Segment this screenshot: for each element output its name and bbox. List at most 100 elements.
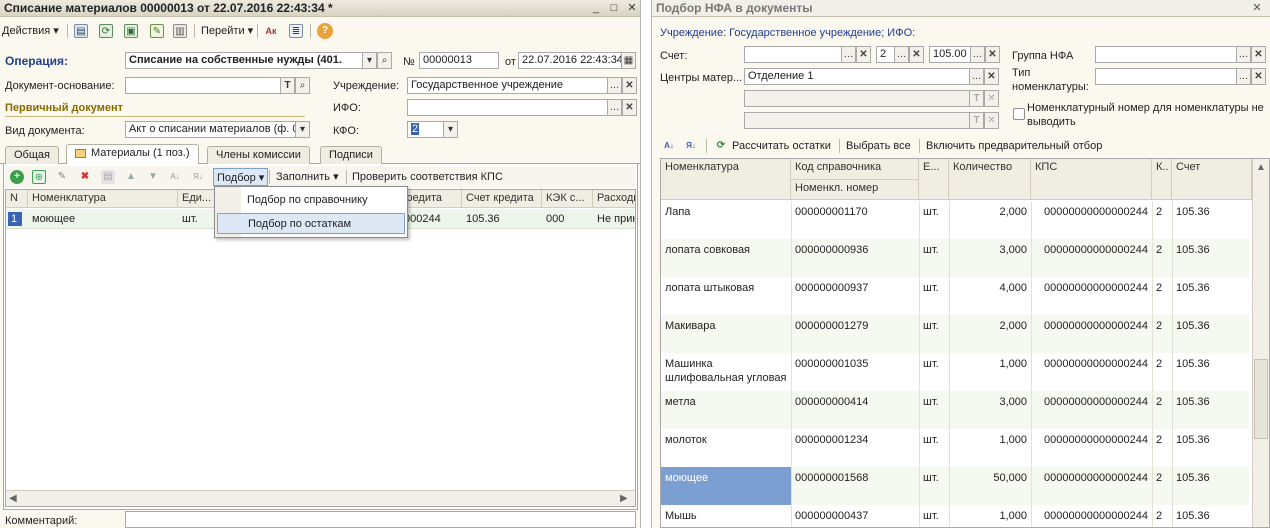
sort-desc-icon[interactable]: Я↓ bbox=[684, 139, 698, 153]
tab-commission[interactable]: Члены комиссии bbox=[207, 146, 310, 164]
table-row[interactable]: Макивара 000000001279 шт. 2,000 000000000000… bbox=[661, 315, 1253, 353]
ifo-clear-button[interactable]: ✕ bbox=[622, 99, 637, 116]
header-unit[interactable]: Е... bbox=[919, 159, 949, 200]
copy-add-icon[interactable]: ⊕ bbox=[32, 170, 46, 184]
centers-field[interactable]: Отделение 1 bbox=[744, 68, 970, 85]
account-value-field[interactable]: 105.00 bbox=[929, 46, 971, 63]
account-kfo-field[interactable]: 2 bbox=[876, 46, 895, 63]
menu-item-podbor-by-catalog[interactable]: Подбор по справочнику bbox=[217, 190, 405, 211]
grid-header-nomenclature[interactable]: Номенклатура bbox=[28, 190, 178, 208]
calendar-button[interactable]: ▦ bbox=[621, 52, 636, 69]
header-nom-number[interactable]: Номенкл. номер bbox=[791, 180, 919, 200]
kfo-dropdown-button[interactable]: ▾ bbox=[443, 121, 458, 138]
maximize-button[interactable]: □ bbox=[606, 1, 622, 15]
header-nomenclature[interactable]: Номенклатура bbox=[661, 159, 791, 200]
sort-desc-icon[interactable]: Я↓ bbox=[191, 170, 205, 184]
base-doc-field[interactable] bbox=[125, 77, 281, 94]
doc-type-field[interactable]: Акт о списании материалов (ф. 0 bbox=[125, 121, 296, 138]
account-field[interactable] bbox=[744, 46, 842, 63]
institution-field[interactable]: Государственное учреждение bbox=[407, 77, 608, 94]
scroll-left-icon[interactable]: ◀ bbox=[9, 493, 17, 504]
podbor-menu-button[interactable]: Подбор ▾ bbox=[213, 168, 269, 186]
delete-icon[interactable]: ✖ bbox=[78, 170, 92, 184]
header-account[interactable]: Счет bbox=[1172, 159, 1252, 200]
account-kfo-clear-button[interactable]: ✕ bbox=[909, 46, 924, 63]
table-row[interactable]: молоток 000000001234 шт. 1,000 0000000000000… bbox=[661, 429, 1253, 467]
centers-clear-button[interactable]: ✕ bbox=[984, 68, 999, 85]
post-icon[interactable]: ▣ bbox=[124, 24, 138, 38]
account-select-button[interactable]: … bbox=[841, 46, 856, 63]
select-all-button[interactable]: Выбрать все bbox=[846, 138, 911, 154]
table-row[interactable]: Мышь 000000000437 шт. 1,000 0000000000000024… bbox=[661, 505, 1253, 527]
grid-header-unit[interactable]: Еди... bbox=[178, 190, 218, 208]
operation-field[interactable]: Списание на собственные нужды (401. bbox=[125, 52, 363, 69]
scroll-up-icon[interactable]: ▲ bbox=[1256, 162, 1266, 173]
sort-asc-icon[interactable]: A↓ bbox=[168, 170, 182, 184]
scrollbar-thumb[interactable] bbox=[1254, 359, 1268, 439]
header-quantity[interactable]: Количество bbox=[949, 159, 1031, 200]
check-kps-button[interactable]: Проверить соответствия КПС bbox=[352, 169, 503, 185]
account-value-select-button[interactable]: … bbox=[970, 46, 985, 63]
nfa-group-select-button[interactable]: … bbox=[1236, 46, 1251, 63]
table-row[interactable]: моющее 000000001568 шт. 50,000 0000000000000… bbox=[661, 467, 1253, 505]
table-row[interactable]: лопата штыковая 000000000937 шт. 4,000 00000… bbox=[661, 277, 1253, 315]
prefilter-button[interactable]: Включить предварительный отбор bbox=[926, 138, 1102, 154]
recalc-button[interactable]: Рассчитать остатки bbox=[732, 138, 831, 154]
grid-header-n[interactable]: N bbox=[6, 190, 28, 208]
print-icon[interactable]: ▥ bbox=[173, 24, 187, 38]
finish-edit-icon[interactable]: ▤ bbox=[101, 170, 115, 184]
save-icon[interactable]: ▤ bbox=[74, 24, 88, 38]
document-post-icon[interactable]: ✎ bbox=[150, 24, 164, 38]
refresh-icon[interactable]: ⟳ bbox=[99, 24, 113, 38]
account-kfo-select-button[interactable]: … bbox=[894, 46, 909, 63]
menu-item-podbor-by-balance[interactable]: Подбор по остаткам bbox=[217, 213, 405, 234]
header-kps[interactable]: КПС bbox=[1031, 159, 1152, 200]
grid-horizontal-scrollbar[interactable]: ◀ ▶ bbox=[6, 490, 635, 506]
move-down-icon[interactable]: ▼ bbox=[146, 170, 160, 184]
fill-menu-button[interactable]: Заполнить ▾ bbox=[276, 169, 339, 185]
close-button[interactable]: ✕ bbox=[624, 1, 640, 15]
base-doc-search-button[interactable]: ⌕ bbox=[295, 77, 310, 94]
table-row[interactable]: Лапа 000000001170 шт. 2,000 0000000000000024… bbox=[661, 201, 1253, 239]
header-code[interactable]: Код справочника bbox=[791, 159, 919, 180]
goto-menu[interactable]: Перейти ▾ bbox=[201, 23, 253, 39]
spellcheck-icon[interactable]: Aк bbox=[264, 24, 278, 38]
sort-asc-icon[interactable]: A↓ bbox=[662, 139, 676, 153]
nfa-group-clear-button[interactable]: ✕ bbox=[1251, 46, 1266, 63]
operation-search-button[interactable]: ⌕ bbox=[377, 52, 392, 69]
minimize-button[interactable]: _ bbox=[588, 1, 604, 15]
add-icon[interactable]: + bbox=[10, 170, 24, 184]
base-doc-type-button[interactable]: T bbox=[280, 77, 295, 94]
actions-menu[interactable]: Действия ▾ bbox=[2, 23, 59, 39]
tab-materials[interactable]: Материалы (1 поз.) bbox=[66, 144, 199, 165]
account-value-clear-button[interactable]: ✕ bbox=[985, 46, 1000, 63]
edit-icon[interactable]: ✎ bbox=[55, 170, 69, 184]
structure-icon[interactable]: ≣ bbox=[289, 24, 303, 38]
move-up-icon[interactable]: ▲ bbox=[124, 170, 138, 184]
hide-nom-number-checkbox[interactable] bbox=[1013, 108, 1025, 120]
doc-type-dropdown-button[interactable]: ▾ bbox=[295, 121, 310, 138]
number-field[interactable]: 00000013 bbox=[419, 52, 499, 69]
scroll-right-icon[interactable]: ▶ bbox=[620, 493, 628, 504]
comment-field[interactable] bbox=[125, 511, 636, 528]
kfo-field[interactable]: 2 bbox=[407, 121, 444, 138]
table-row[interactable]: метла 000000000414 шт. 3,000 000000000000002… bbox=[661, 391, 1253, 429]
grid-header-kek[interactable]: КЭК с... bbox=[542, 190, 593, 208]
nom-type-select-button[interactable]: … bbox=[1236, 68, 1251, 85]
header-k[interactable]: К.. bbox=[1152, 159, 1172, 200]
right-close-button[interactable]: ✕ bbox=[1249, 1, 1265, 15]
recalc-icon[interactable]: ⟳ bbox=[714, 139, 728, 153]
operation-dropdown-button[interactable]: ▾ bbox=[362, 52, 377, 69]
table-row[interactable]: Машинка шлифовальная угловая 000000001035… bbox=[661, 353, 1253, 391]
centers-select-button[interactable]: … bbox=[969, 68, 984, 85]
tab-signatures[interactable]: Подписи bbox=[320, 146, 382, 164]
nom-type-field[interactable] bbox=[1095, 68, 1237, 85]
ifo-field[interactable] bbox=[407, 99, 608, 116]
table-row[interactable]: лопата совковая 000000000936 шт. 3,000 00000… bbox=[661, 239, 1253, 277]
nfa-group-field[interactable] bbox=[1095, 46, 1237, 63]
vertical-scrollbar[interactable]: ▲ bbox=[1252, 159, 1269, 527]
tab-general[interactable]: Общая bbox=[5, 146, 59, 164]
institution-clear-button[interactable]: ✕ bbox=[622, 77, 637, 94]
help-icon[interactable]: ? bbox=[317, 23, 333, 39]
institution-select-button[interactable]: … bbox=[607, 77, 622, 94]
